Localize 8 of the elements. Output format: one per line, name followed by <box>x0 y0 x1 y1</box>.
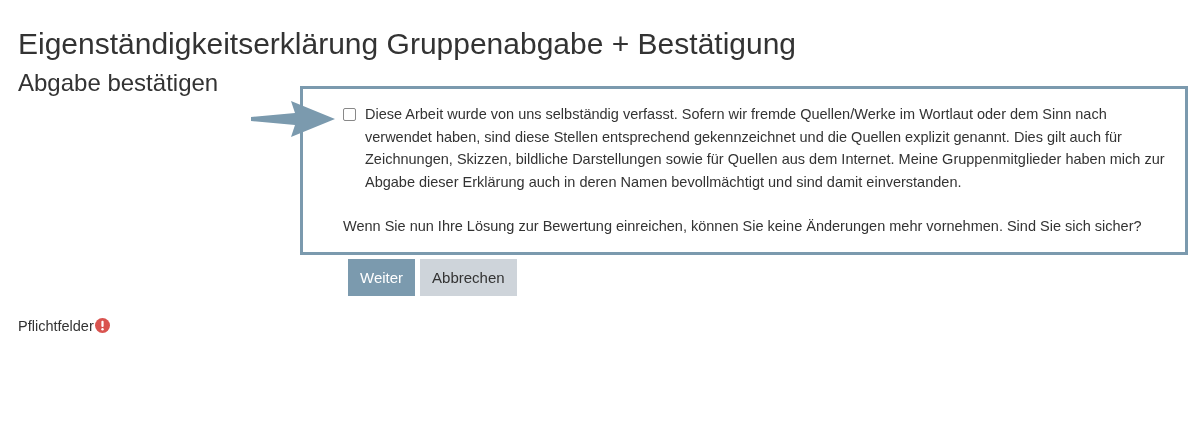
alert-icon <box>94 318 110 333</box>
declaration-text: Diese Arbeit wurde von uns selbständig verfasst. Sofern wir fremde Quellen/Werke im Wortlaut oder dem Sinn nach verwendet haben, sind diese Stellen entsprechend gekennzeichnet und die Quellen explizit genannt. Dies gilt auch für Zeichnungen, Skizzen, bildliche Darstellungen sowie für Quellen aus dem Internet. Meine Gruppenmitglieder haben mich zur Abgabe dieser Erklärung auch in deren Namen bevollmächtigt und sind damit einverstanden. <box>365 105 1166 192</box>
page-title: Eigenständigkeitserklärung Gruppenabgabe + Bestätigung <box>18 26 798 62</box>
cancel-button[interactable]: Abbrechen <box>420 258 517 296</box>
checkbox[interactable] <box>343 108 356 121</box>
required-label: Pflichtfelder <box>18 317 94 334</box>
section-heading: Abgabe bestätigen <box>18 68 220 98</box>
notice-text: Wenn Sie nun Ihre Lösung zur Bewertung einreichen, können Sie keine Änderungen mehr vornehmen. Sind Sie sich sicher? <box>343 217 1143 236</box>
